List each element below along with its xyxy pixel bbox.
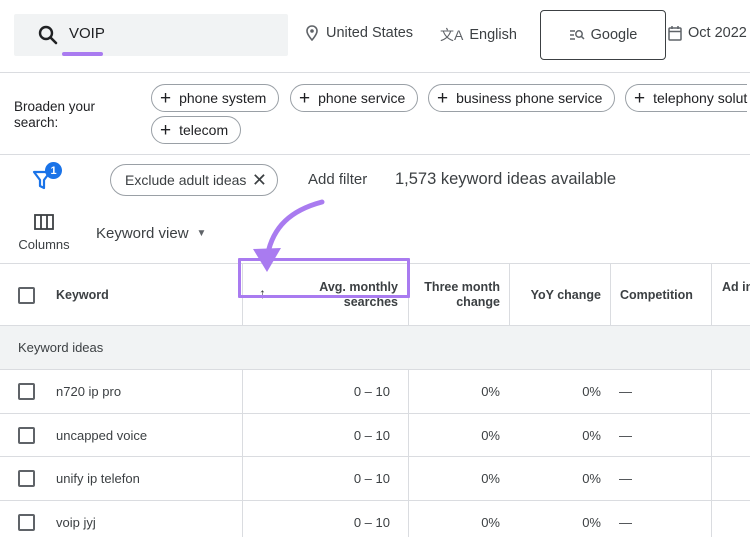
chip-label: phone service [318,90,406,106]
table-row: n720 ip pro 0 – 10 0% 0% — [0,370,750,414]
date-range-label: Oct 2022 - [688,25,750,41]
avg-searches-cell: 0 – 10 [242,500,408,537]
ad-impr-cell [711,500,750,537]
add-filter-button[interactable]: Add filter [308,171,367,188]
broaden-search-bar: Broaden your search: + phone system + ph… [0,73,750,155]
select-all-checkbox[interactable] [18,286,35,304]
keyword-view-dropdown[interactable]: Keyword view ▼ [96,225,206,242]
location-label: United States [326,25,414,41]
translate-icon: 文A [440,27,464,43]
row-checkbox[interactable] [18,513,35,531]
exclude-chip-label: Exclude adult ideas [125,172,247,188]
row-checkbox-cell [18,457,35,500]
location-selector[interactable]: United States [306,25,413,41]
keyword-table: Keyword ↑ Avg. monthly searches Three mo… [0,263,750,537]
keyword-cell: n720 ip pro [56,384,122,399]
three-month-cell: 0% [408,457,509,500]
avg-searches-cell: 0 – 10 [242,370,408,413]
competition-cell: — [619,427,632,443]
keyword-cell: uncapped voice [56,427,148,443]
header-competition[interactable]: Competition [610,264,711,326]
header-yoy-change[interactable]: YoY change [509,264,610,326]
filter-count-badge: 1 [45,162,62,179]
search-network-icon [569,30,585,40]
columns-label: Columns [18,237,70,252]
search-query: VOIP [69,25,105,42]
select-all-cell [18,264,48,326]
yoy-cell: 0% [582,427,601,443]
yoy-cell: 0% [582,514,601,530]
table-row: uncapped voice 0 – 10 0% 0% — [0,413,750,457]
header-keyword[interactable]: Keyword [56,264,236,326]
chip-label: business phone service [456,90,603,106]
chip-label: telephony solut [653,90,748,106]
avg-searches-cell: 0 – 10 [242,457,408,500]
competition-cell: — [619,471,632,486]
row-checkbox-cell [18,501,35,537]
broaden-chip[interactable]: + telephony solut [625,84,748,112]
calendar-icon [668,26,682,41]
search-underline-highlight [62,52,103,56]
plus-icon: + [299,87,311,109]
broaden-chip[interactable]: + telecom [151,116,242,144]
language-label: English [469,27,517,43]
row-checkbox-cell [18,414,35,457]
row-checkbox[interactable] [18,426,35,444]
table-row: unify ip telefon 0 – 10 0% 0% — [0,457,750,501]
competition-cell: — [619,384,632,399]
keyword-ideas-count: 1,573 keyword ideas available [395,170,617,188]
row-checkbox[interactable] [18,470,35,487]
yoy-cell: 0% [582,471,601,486]
plus-icon: + [160,87,172,109]
broaden-label: Broaden your search: [14,99,96,130]
yoy-cell: 0% [582,384,601,399]
three-month-cell: 0% [408,413,509,457]
header-three-month-change[interactable]: Three month change [408,264,509,326]
ad-impr-cell [711,370,750,413]
search-engine-selector[interactable]: Google [540,10,666,60]
search-input[interactable]: VOIP [14,14,288,56]
row-checkbox-cell [18,370,35,413]
header-ad-impression-share[interactable]: Ad in [711,264,750,326]
plus-icon: + [437,87,449,109]
annotation-arrow [253,199,325,272]
keyword-cell: unify ip telefon [56,471,140,486]
close-icon[interactable]: ✕ [252,170,267,191]
three-month-cell: 0% [408,370,509,413]
ad-impr-cell [711,457,750,500]
competition-cell: — [619,514,632,530]
chip-label: telecom [179,122,229,138]
keyword-ideas-section-header: Keyword ideas [0,326,750,370]
row-checkbox[interactable] [18,383,35,400]
keyword-cell: voip jyj [56,514,96,530]
plus-icon: + [160,119,172,141]
columns-button[interactable]: Columns [18,214,74,252]
table-row: voip jyj 0 – 10 0% 0% — [0,500,750,537]
search-engine-label: Google [590,27,638,43]
broaden-chip[interactable]: + business phone service [428,84,616,112]
ad-impr-cell [711,413,750,457]
search-icon [38,25,58,45]
plus-icon: + [634,87,646,109]
chip-label: phone system [179,90,267,106]
date-range-selector[interactable]: Oct 2022 - [668,25,750,41]
language-selector[interactable]: 文A English [440,25,517,45]
location-pin-icon [306,25,318,41]
avg-searches-cell: 0 – 10 [242,413,408,457]
broaden-chip[interactable]: + phone service [290,84,419,112]
header-three-month-label: Three month change [424,280,500,309]
columns-icon [34,214,54,230]
keyword-view-label: Keyword view [96,225,189,242]
three-month-cell: 0% [408,500,509,537]
broaden-chip[interactable]: + phone system [151,84,280,112]
caret-down-icon: ▼ [196,228,207,239]
top-bar: VOIP United States 文A English Google Oct [0,0,750,73]
